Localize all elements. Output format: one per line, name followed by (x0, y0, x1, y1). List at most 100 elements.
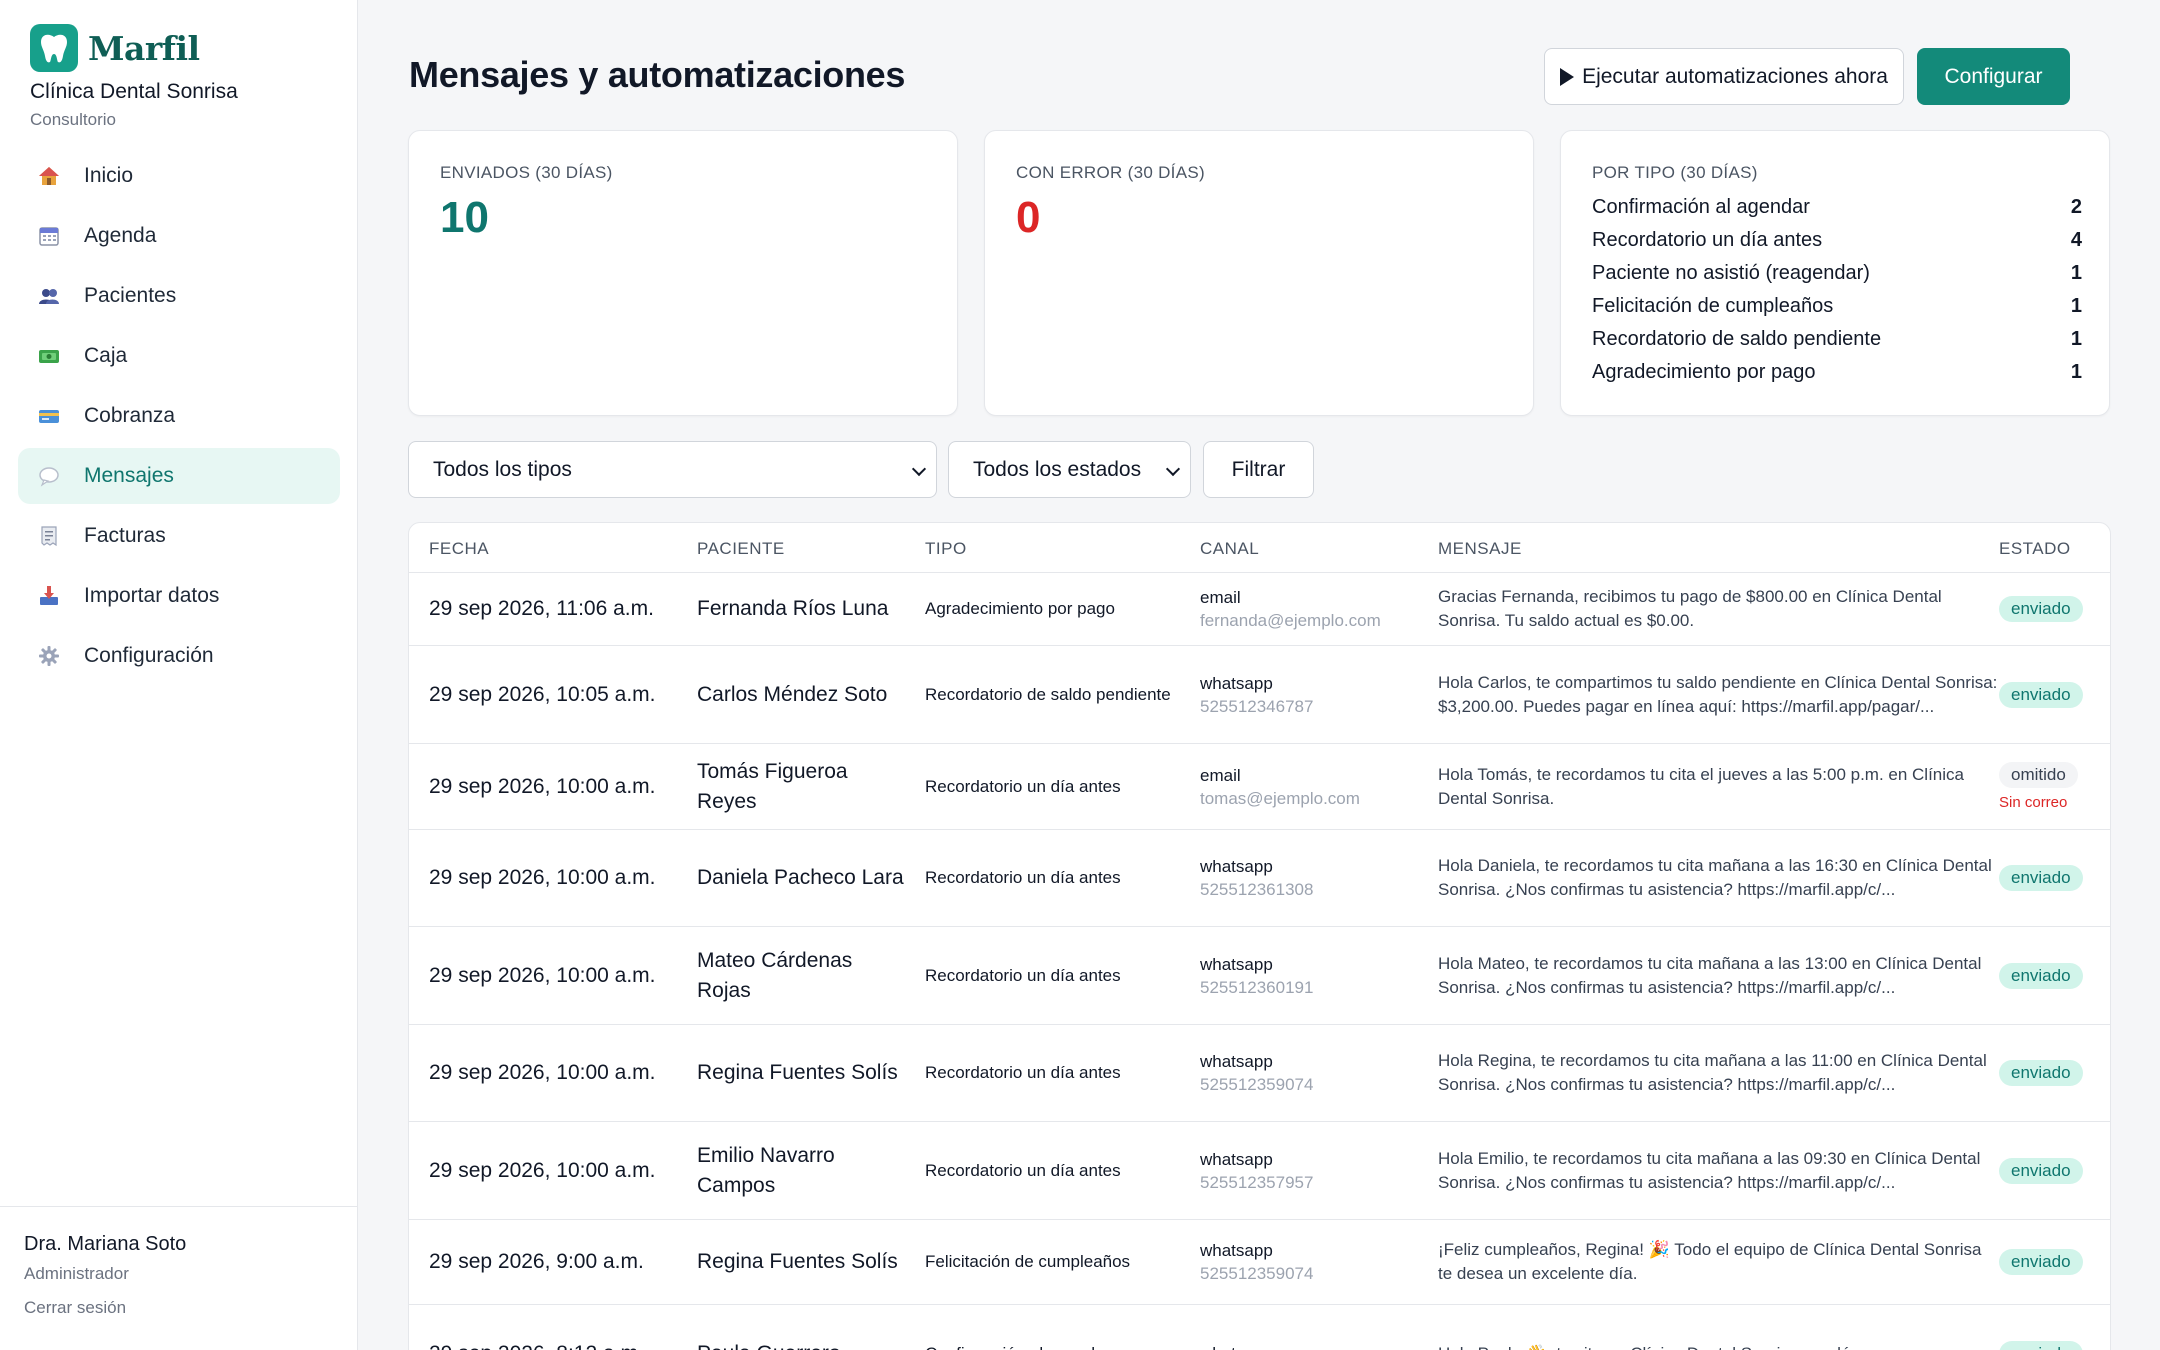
column-header-canal[interactable]: CANAL (1200, 539, 1259, 559)
status-badge: enviado (1999, 1157, 2083, 1184)
column-header-mensaje[interactable]: MENSAJE (1438, 539, 1522, 559)
sent-stat-value: 10 (440, 193, 489, 242)
cell-estado: enviado (1999, 1025, 2109, 1121)
by-type-row: Recordatorio un día antes 4 (1592, 224, 2082, 257)
sidebar-item-importar-datos[interactable]: Importar datos (18, 568, 340, 624)
cell-canal: whatsapp 525512357957 (1200, 1122, 1430, 1219)
table-row[interactable]: 29 sep 2026, 10:00 a.m. Emilio Navarro Ca… (409, 1122, 2110, 1220)
sidebar-item-facturas[interactable]: Facturas (18, 508, 340, 564)
column-header-tipo[interactable]: TIPO (925, 539, 967, 559)
status-badge: omitido (1999, 762, 2078, 788)
status-badge: enviado (1999, 865, 2083, 891)
sidebar-item-label: Inicio (84, 164, 134, 187)
column-header-paciente[interactable]: PACIENTE (697, 539, 785, 559)
run-automations-label: Ejecutar automatizaciones ahora (1582, 64, 1888, 88)
sidebar-item-mensajes[interactable]: Mensajes (18, 448, 340, 504)
sidebar-item-configuracion[interactable]: Configuración (18, 628, 340, 684)
credit-card-icon (38, 405, 60, 427)
cell-paciente: Emilio Navarro Campos (697, 1122, 907, 1219)
patient-name[interactable]: Paula Guerrero (697, 1339, 907, 1350)
by-type-count: 1 (2070, 295, 2082, 317)
table-row[interactable]: 29 sep 2026, 10:00 a.m. Regina Fuentes So… (409, 1025, 2110, 1122)
table-row[interactable]: 29 sep 2026, 10:05 a.m. Carlos Méndez Sot… (409, 646, 2110, 744)
cell-mensaje: Hola Tomás, te recordamos tu cita el jue… (1438, 764, 1964, 808)
patient-name[interactable]: Fernanda Ríos Luna (697, 594, 907, 624)
cell-canal: email tomas@ejemplo.com (1200, 744, 1430, 829)
cell-mensaje: Hola Mateo, te recordamos tu cita mañana… (1438, 953, 1982, 997)
cell-tipo: Recordatorio un día antes (925, 1063, 1121, 1082)
cell-paciente: Mateo Cárdenas Rojas (697, 927, 907, 1024)
cell-estado: enviado (1999, 927, 2109, 1024)
logout-link[interactable]: Cerrar sesión (24, 1298, 334, 1318)
sidebar-item-label: Cobranza (84, 404, 176, 427)
sidebar-item-label: Facturas (84, 524, 166, 547)
house-icon (38, 165, 60, 187)
status-badge: enviado (1999, 681, 2083, 708)
configure-button[interactable]: Configurar (1917, 48, 2070, 105)
cell-canal: whatsapp (1200, 1305, 1430, 1350)
sidebar-item-cobranza[interactable]: Cobranza (18, 388, 340, 444)
cell-paciente: Carlos Méndez Soto (697, 646, 907, 743)
by-type-count: 1 (2070, 328, 2082, 350)
user-name: Dra. Mariana Soto (24, 1233, 187, 1255)
cell-paciente: Tomás Figueroa Reyes (697, 744, 907, 829)
status-filter-select[interactable]: Todos los estados (948, 441, 1191, 498)
cell-canal: whatsapp 525512359074 (1200, 1025, 1430, 1121)
cell-paciente: Regina Fuentes Solís (697, 1220, 907, 1304)
by-type-row: Recordatorio de saldo pendiente 1 (1592, 323, 2082, 356)
channel-destination: 525512346787 (1200, 696, 1314, 716)
calendar-icon (38, 225, 60, 247)
chevron-down-icon (911, 461, 927, 477)
cell-fecha: 29 sep 2026, 10:05 a.m. (429, 682, 656, 706)
channel-name: whatsapp (1200, 1342, 1430, 1350)
by-type-name: Recordatorio un día antes (1592, 229, 1823, 251)
cell-fecha: 29 sep 2026, 10:00 a.m. (429, 1061, 656, 1084)
by-type-row: Confirmación al agendar 2 (1592, 191, 2082, 224)
table-row[interactable]: 29 sep 2026, 9:00 a.m. Regina Fuentes Sol… (409, 1220, 2110, 1305)
by-type-row: Paciente no asistió (reagendar) 1 (1592, 257, 2082, 290)
cell-mensaje: Hola Daniela, te recordamos tu cita maña… (1438, 856, 1992, 899)
cell-paciente: Fernanda Ríos Luna (697, 573, 907, 645)
table-row[interactable]: 29 sep 2026, 8:12 a.m. Paula Guerrero Conf… (409, 1305, 2110, 1350)
patient-name[interactable]: Tomás Figueroa Reyes (697, 757, 907, 817)
patient-name[interactable]: Daniela Pacheco Lara (697, 863, 907, 893)
table-row[interactable]: 29 sep 2026, 10:00 a.m. Tomás Figueroa Re… (409, 744, 2110, 830)
sidebar-item-label: Importar datos (84, 584, 220, 607)
sidebar-item-inicio[interactable]: Inicio (18, 148, 340, 204)
table-row[interactable]: 29 sep 2026, 11:06 a.m. Fernanda Ríos Lun… (409, 573, 2110, 646)
gear-icon (38, 645, 60, 667)
sidebar-item-label: Mensajes (84, 464, 174, 487)
patient-name[interactable]: Emilio Navarro Campos (697, 1141, 907, 1201)
filter-button[interactable]: Filtrar (1203, 441, 1314, 498)
column-header-fecha[interactable]: FECHA (429, 539, 489, 559)
brand[interactable]: Marfil (30, 24, 200, 72)
channel-name: whatsapp (1200, 954, 1273, 974)
cell-mensaje: Hola Carlos, te compartimos tu saldo pen… (1438, 672, 1998, 716)
play-icon (1560, 67, 1575, 86)
cell-fecha: 29 sep 2026, 10:00 a.m. (429, 866, 656, 889)
cell-estado: enviado (1999, 1122, 2109, 1219)
table-body: 29 sep 2026, 11:06 a.m. Fernanda Ríos Lun… (409, 573, 2110, 1350)
patient-name[interactable]: Regina Fuentes Solís (697, 1247, 907, 1277)
cell-paciente: Regina Fuentes Solís (697, 1025, 907, 1121)
speech-bubble-icon (38, 465, 60, 487)
cell-mensaje: ¡Feliz cumpleaños, Regina! 🎉 Todo el equ… (1438, 1240, 1982, 1283)
patient-name[interactable]: Mateo Cárdenas Rojas (697, 946, 907, 1006)
patient-name[interactable]: Carlos Méndez Soto (697, 680, 907, 710)
sidebar-item-caja[interactable]: Caja (18, 328, 340, 384)
cell-canal: whatsapp 525512346787 (1200, 646, 1430, 743)
cell-estado: enviado (1999, 1305, 2109, 1350)
table-row[interactable]: 29 sep 2026, 10:00 a.m. Daniela Pacheco L… (409, 830, 2110, 927)
sidebar-item-agenda[interactable]: Agenda (18, 208, 340, 264)
cell-estado: enviado (1999, 646, 2109, 743)
column-header-estado[interactable]: ESTADO (1999, 539, 2071, 559)
cell-fecha: 29 sep 2026, 10:00 a.m. (429, 963, 656, 987)
user-role: Administrador (24, 1264, 129, 1283)
sidebar-item-pacientes[interactable]: Pacientes (18, 268, 340, 324)
cell-mensaje: Hola Regina, te recordamos tu cita mañan… (1438, 1051, 1987, 1094)
type-filter-select[interactable]: Todos los tipos (408, 441, 937, 498)
by-type-row: Felicitación de cumpleaños 1 (1592, 290, 2082, 323)
table-row[interactable]: 29 sep 2026, 10:00 a.m. Mateo Cárdenas Ro… (409, 927, 2110, 1025)
patient-name[interactable]: Regina Fuentes Solís (697, 1058, 907, 1088)
run-automations-button[interactable]: Ejecutar automatizaciones ahora (1544, 48, 1904, 105)
